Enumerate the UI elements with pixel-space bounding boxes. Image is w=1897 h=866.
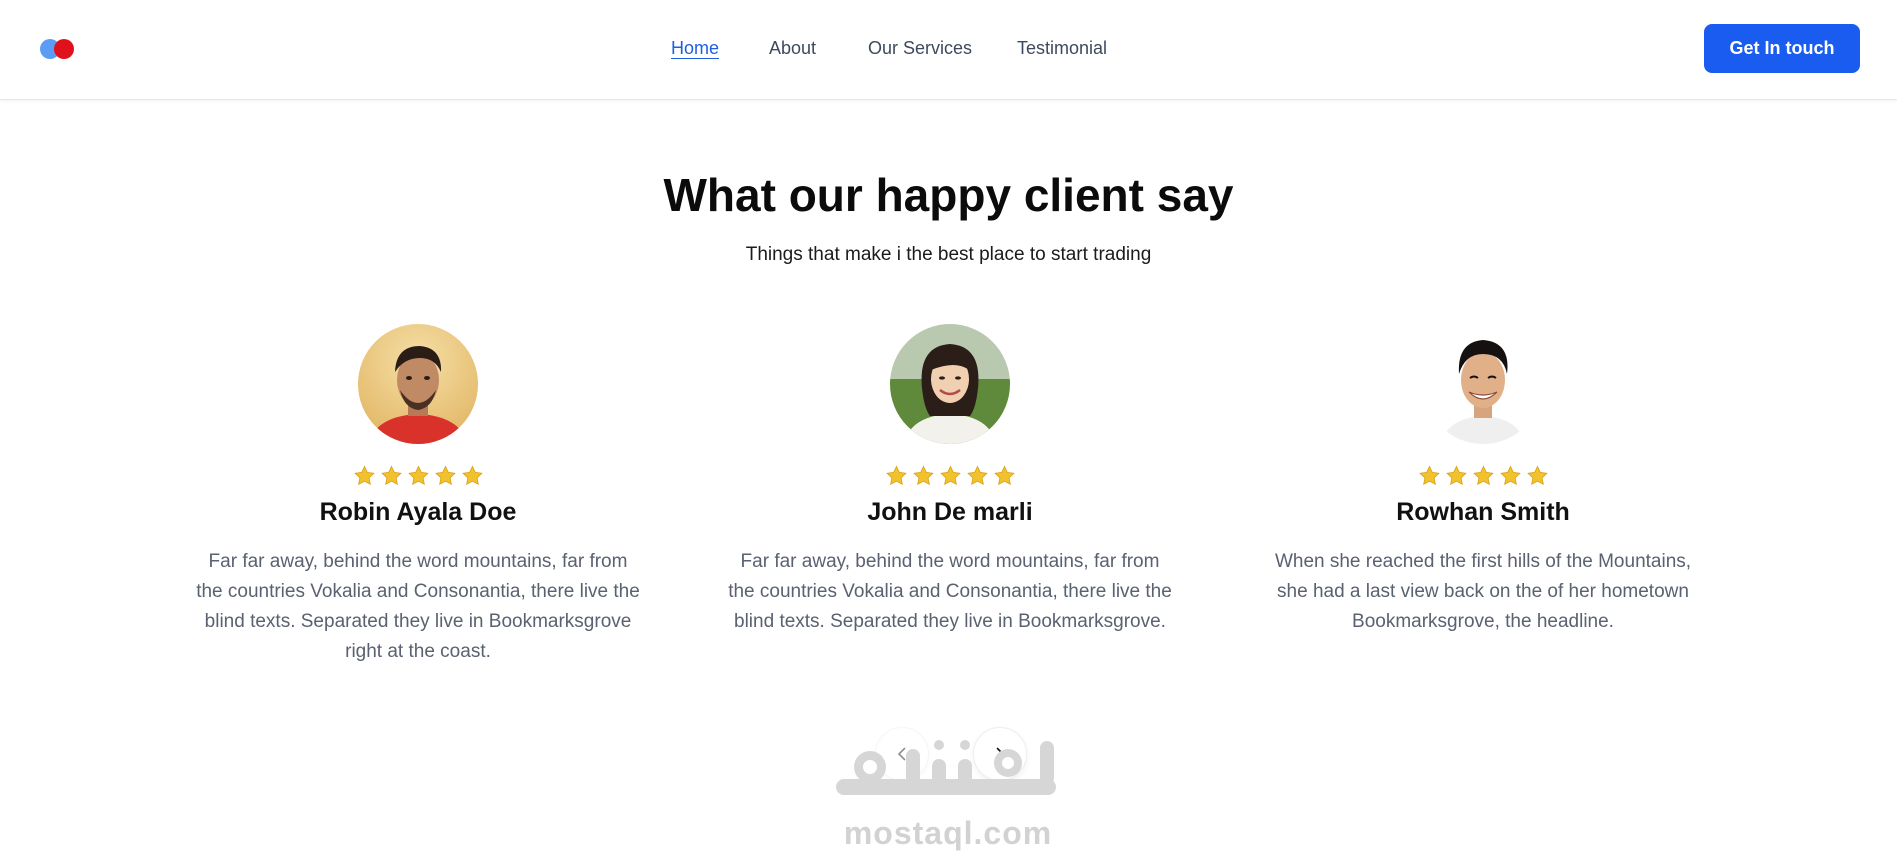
star-icon bbox=[1418, 465, 1440, 486]
star-rating bbox=[720, 465, 1180, 487]
star-icon bbox=[434, 465, 456, 486]
star-icon bbox=[912, 465, 934, 486]
section-subtitle: Things that make i the best place to sta… bbox=[745, 244, 1152, 265]
page: Home About Our Services Testimonial Get … bbox=[0, 0, 1897, 866]
star-rating bbox=[1253, 465, 1713, 487]
star-icon bbox=[407, 465, 429, 486]
avatar bbox=[890, 324, 1010, 444]
star-icon bbox=[353, 465, 375, 486]
nav-link-home[interactable]: Home bbox=[671, 38, 719, 59]
nav-links: Home About Our Services Testimonial bbox=[0, 38, 1897, 64]
star-icon bbox=[939, 465, 961, 486]
section-title: What our happy client say bbox=[663, 169, 1234, 221]
testimonial-quote: Far far away, behind the word mountains,… bbox=[728, 551, 1172, 632]
star-rating bbox=[188, 465, 648, 487]
nav-link-about[interactable]: About bbox=[769, 38, 816, 59]
star-icon bbox=[1499, 465, 1521, 486]
avatar bbox=[1423, 324, 1543, 444]
navbar: Home About Our Services Testimonial Get … bbox=[0, 0, 1897, 100]
star-icon bbox=[993, 465, 1015, 486]
avatar bbox=[358, 324, 478, 444]
testimonial-card: John De marli Far far away, behind the w… bbox=[720, 324, 1180, 637]
client-name: John De marli bbox=[867, 498, 1033, 526]
testimonial-card: Robin Ayala Doe Far far away, behind the… bbox=[188, 324, 648, 667]
client-name: Rowhan Smith bbox=[1396, 498, 1570, 526]
testimonial-card: Rowhan Smith When she reached the first … bbox=[1253, 324, 1713, 637]
testimonial-quote: Far far away, behind the word mountains,… bbox=[196, 551, 640, 662]
watermark: mostaql.com bbox=[828, 735, 1068, 851]
watermark-text: mostaql.com bbox=[843, 815, 1053, 851]
get-in-touch-button[interactable]: Get In touch bbox=[1704, 24, 1860, 73]
star-icon bbox=[1526, 465, 1548, 486]
client-name: Robin Ayala Doe bbox=[319, 498, 517, 526]
testimonial-quote: When she reached the first hills of the … bbox=[1274, 551, 1692, 632]
star-icon bbox=[1445, 465, 1467, 486]
star-icon bbox=[1472, 465, 1494, 486]
nav-link-testimonial[interactable]: Testimonial bbox=[1017, 38, 1107, 59]
watermark-logo bbox=[836, 740, 1056, 795]
star-icon bbox=[885, 465, 907, 486]
star-icon bbox=[461, 465, 483, 486]
star-icon bbox=[966, 465, 988, 486]
star-icon bbox=[380, 465, 402, 486]
nav-link-our-services[interactable]: Our Services bbox=[868, 38, 972, 59]
